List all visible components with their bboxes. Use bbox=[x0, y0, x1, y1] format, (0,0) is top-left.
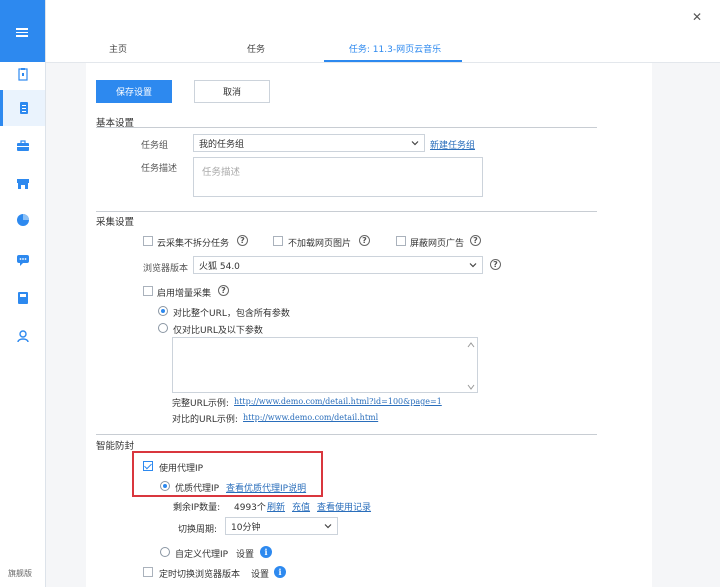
help-icon[interactable]: ? bbox=[470, 235, 481, 246]
compare-partial-label: 仅对比URL及以下参数 bbox=[173, 326, 263, 336]
section-title-collect: 采集设置 bbox=[96, 217, 135, 228]
task-desc-label: 任务描述 bbox=[141, 164, 178, 174]
task-desc-placeholder: 任务描述 bbox=[202, 167, 241, 178]
clipboard-icon[interactable] bbox=[0, 56, 45, 92]
help-icon[interactable]: ? bbox=[490, 259, 501, 270]
timed-switch-label: 定时切换浏览器版本 bbox=[159, 570, 241, 580]
checkbox-timed-switch[interactable] bbox=[143, 567, 153, 577]
example-compare-url[interactable]: http://www.demo.com/detail.html bbox=[243, 413, 378, 422]
info-icon[interactable]: i bbox=[260, 546, 272, 558]
usage-record-link[interactable]: 查看使用记录 bbox=[317, 500, 371, 513]
browser-version-value: 火狐 54.0 bbox=[199, 261, 240, 272]
browser-version-label: 浏览器版本 bbox=[143, 264, 189, 274]
active-tab-indicator bbox=[324, 60, 462, 62]
section-divider bbox=[96, 434, 597, 435]
compare-full-label: 对比整个URL，包含所有参数 bbox=[173, 309, 290, 319]
scrollbar[interactable] bbox=[466, 340, 476, 392]
section-title-anti-block: 智能防封 bbox=[96, 441, 135, 452]
section-divider bbox=[96, 127, 597, 128]
close-icon[interactable]: ✕ bbox=[692, 10, 702, 24]
sidebar: 旗舰版 bbox=[0, 0, 46, 587]
help-icon[interactable]: ? bbox=[237, 235, 248, 246]
chevron-down-icon bbox=[469, 263, 477, 268]
recharge-link[interactable]: 充值 bbox=[292, 500, 310, 513]
browser-version-select[interactable]: 火狐 54.0 bbox=[193, 256, 483, 274]
task-group-value: 我的任务组 bbox=[199, 139, 245, 150]
cancel-button[interactable]: 取消 bbox=[194, 80, 270, 103]
task-desc-input[interactable]: 任务描述 bbox=[193, 157, 483, 197]
radio-compare-partial[interactable] bbox=[158, 323, 168, 333]
timed-switch-settings[interactable]: 设置 bbox=[251, 567, 269, 580]
use-proxy-label: 使用代理IP bbox=[159, 464, 204, 474]
switch-cycle-value: 10分钟 bbox=[231, 522, 261, 533]
chevron-down-icon bbox=[411, 141, 419, 146]
edition-label: 旗舰版 bbox=[8, 569, 32, 578]
premium-proxy-info-link[interactable]: 查看优质代理IP说明 bbox=[226, 481, 306, 494]
checkbox-no-images[interactable] bbox=[273, 236, 283, 246]
remaining-ip-value: 4993个 bbox=[234, 503, 266, 513]
info-icon[interactable]: i bbox=[274, 566, 286, 578]
radio-premium-proxy[interactable] bbox=[160, 481, 170, 491]
checkbox-no-split[interactable] bbox=[143, 236, 153, 246]
briefcase-icon[interactable] bbox=[0, 128, 45, 164]
help-icon[interactable]: ? bbox=[218, 285, 229, 296]
tab-tasks[interactable]: 任务 bbox=[244, 42, 268, 55]
task-group-label: 任务组 bbox=[141, 141, 169, 151]
menu-icon[interactable] bbox=[16, 28, 28, 37]
url-params-input[interactable] bbox=[172, 337, 478, 393]
incremental-label: 启用增量采集 bbox=[157, 289, 212, 299]
checkbox-use-proxy[interactable] bbox=[143, 461, 153, 471]
custom-proxy-label: 自定义代理IP bbox=[175, 550, 229, 560]
new-task-group-link[interactable]: 新建任务组 bbox=[430, 138, 475, 151]
chat-icon[interactable] bbox=[0, 242, 45, 278]
checkbox-incremental[interactable] bbox=[143, 286, 153, 296]
task-group-select[interactable]: 我的任务组 bbox=[193, 134, 425, 152]
radio-custom-proxy[interactable] bbox=[160, 547, 170, 557]
store-icon[interactable] bbox=[0, 166, 45, 202]
remaining-ip-label: 剩余IP数量: bbox=[173, 503, 221, 513]
example-compare-label: 对比的URL示例: bbox=[172, 415, 238, 425]
chevron-down-icon bbox=[324, 524, 332, 529]
no-split-label: 云采集不拆分任务 bbox=[157, 239, 230, 249]
switch-cycle-select[interactable]: 10分钟 bbox=[225, 517, 338, 535]
example-full-url[interactable]: http://www.demo.com/detail.html?id=100&p… bbox=[234, 397, 442, 406]
book-icon[interactable] bbox=[0, 280, 45, 316]
checkbox-block-ads[interactable] bbox=[396, 236, 406, 246]
tab-current-task[interactable]: 任务: 11.3-网页云音乐 bbox=[340, 42, 450, 55]
section-divider bbox=[96, 211, 597, 212]
pie-chart-icon[interactable] bbox=[0, 202, 45, 238]
tab-home[interactable]: 主页 bbox=[106, 42, 130, 55]
user-icon[interactable] bbox=[0, 318, 45, 354]
save-button[interactable]: 保存设置 bbox=[96, 80, 172, 103]
help-icon[interactable]: ? bbox=[359, 235, 370, 246]
no-images-label: 不加载网页图片 bbox=[288, 239, 352, 249]
document-icon[interactable] bbox=[0, 90, 45, 126]
example-full-label: 完整URL示例: bbox=[172, 399, 229, 409]
premium-proxy-label: 优质代理IP bbox=[175, 484, 220, 494]
refresh-link[interactable]: 刷新 bbox=[267, 500, 285, 513]
custom-proxy-settings[interactable]: 设置 bbox=[236, 547, 254, 560]
sidebar-header bbox=[0, 0, 45, 62]
switch-cycle-label: 切换周期: bbox=[178, 525, 218, 535]
block-ads-label: 屏蔽网页广告 bbox=[410, 239, 465, 249]
radio-compare-full[interactable] bbox=[158, 306, 168, 316]
